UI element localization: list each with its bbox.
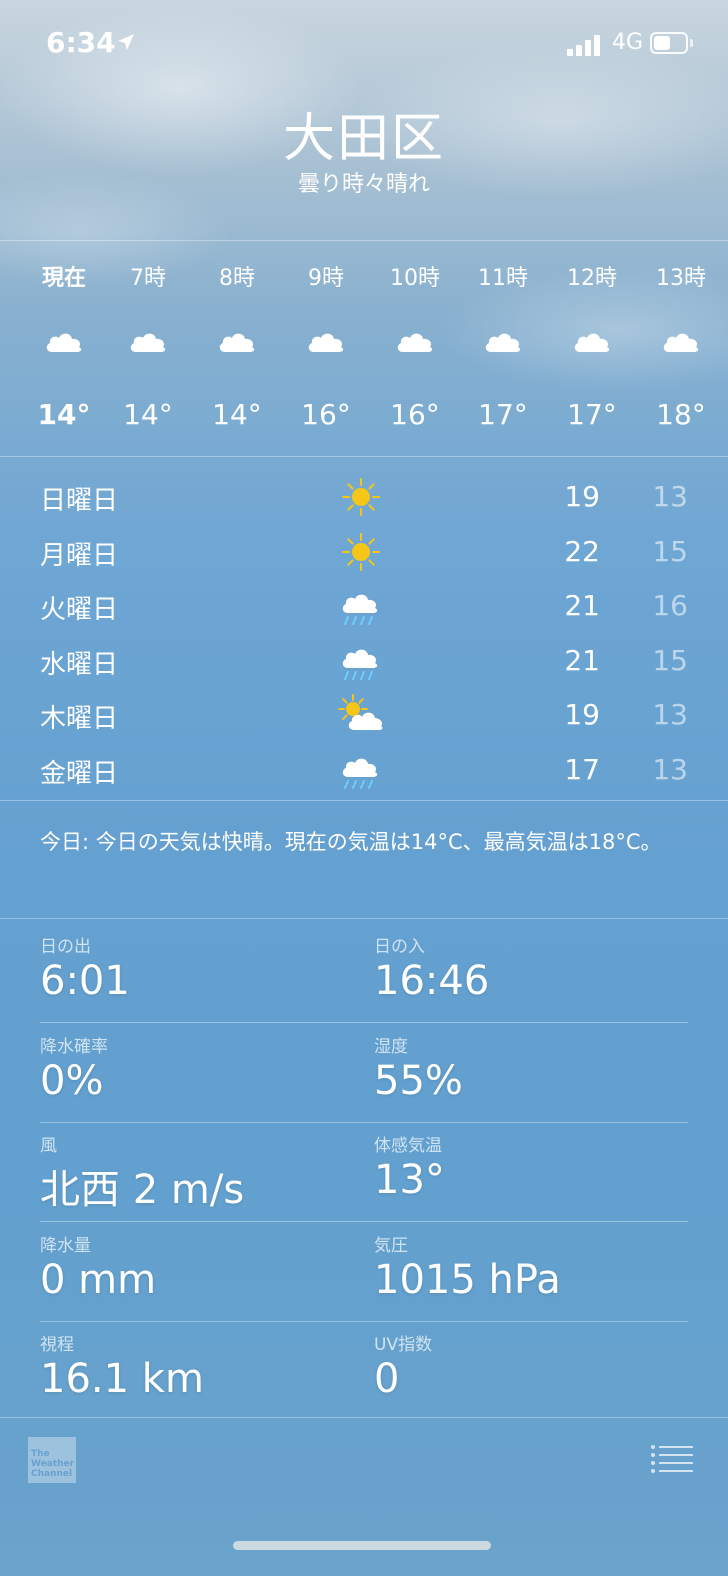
daily-row: 金曜日 17 13 (0, 743, 728, 797)
detail-label: 風 (40, 1136, 57, 1156)
rain-cloud-icon (336, 747, 386, 793)
hour-label: 11時 (478, 266, 528, 291)
divider (0, 240, 728, 241)
hour-temp: 14° (212, 398, 262, 431)
divider (0, 1417, 728, 1418)
detail-value: 0 mm (40, 1256, 157, 1303)
detail-row: 視程 16.1 km UV指数 0 (40, 1322, 688, 1421)
detail-row: 降水量 0 mm 気圧 1015 hPa (40, 1223, 688, 1322)
cloud-icon (572, 326, 612, 354)
weather-channel-logo[interactable]: The Weather Channel (28, 1437, 76, 1483)
detail-row: 風北西 2 m/s 体感気温 13° (40, 1123, 688, 1222)
daily-row: 日曜日 19 13 (0, 470, 728, 524)
detail-label: 湿度 (374, 1036, 408, 1057)
cellular-signal-icon (567, 34, 603, 56)
hour-label: 8時 (219, 266, 255, 291)
detail-value: 1015 hPa (374, 1256, 561, 1303)
day-low-temp: 13 (652, 480, 688, 513)
cloud-icon (661, 326, 701, 354)
hour-label: 12時 (567, 266, 617, 291)
detail-label: 気圧 (374, 1235, 408, 1256)
detail-row: 日の出 6:01 日の入 16:46 (40, 924, 688, 1023)
day-high-temp: 21 (564, 589, 600, 622)
divider (0, 918, 728, 919)
detail-value: 0 (374, 1356, 400, 1402)
detail-value: 16.1 km (40, 1356, 204, 1402)
status-time: 6:34 (46, 26, 116, 59)
hour-temp: 14° (123, 398, 173, 431)
detail-label: 日の出 (40, 937, 91, 957)
day-high-temp: 22 (564, 534, 600, 568)
divider (0, 456, 728, 457)
day-name: 木曜日 (40, 704, 119, 734)
city-name: 大田区 (282, 109, 445, 169)
hour-label: 10時 (390, 266, 440, 291)
partly-sunny-icon (336, 692, 386, 738)
hour-label: 9時 (308, 266, 344, 291)
day-low-temp: 15 (652, 643, 688, 677)
cloud-icon (217, 326, 257, 354)
divider (0, 800, 728, 801)
cloud-icon (306, 326, 346, 354)
hour-label: 現在 (41, 266, 86, 291)
hour-temp: 18° (656, 398, 706, 431)
cloud-icon (395, 326, 435, 354)
daily-row: 火曜日 21 16 (0, 579, 728, 633)
detail-row: 降水確率 0% 湿度 55% (40, 1024, 688, 1123)
daily-row: 木曜日 19 13 (0, 688, 728, 742)
detail-value: 北西 2 m/s (40, 1167, 245, 1213)
list-icon[interactable] (650, 1444, 694, 1474)
hour-temp: 14° (37, 398, 91, 431)
day-low-temp: 16 (652, 589, 688, 622)
battery-icon (650, 32, 688, 54)
day-high-temp: 19 (564, 698, 600, 731)
sun-icon (336, 529, 386, 575)
detail-label: 体感気温 (374, 1136, 442, 1156)
detail-label: 降水量 (40, 1235, 91, 1256)
hour-label: 7時 (130, 266, 166, 291)
location-arrow-icon (118, 34, 134, 50)
day-low-temp: 15 (652, 534, 688, 568)
battery-tip (690, 39, 693, 47)
cloud-icon (483, 326, 523, 354)
detail-label: UV指数 (374, 1335, 433, 1355)
detail-label: 視程 (40, 1335, 74, 1355)
cloud-icon (44, 326, 84, 354)
rain-cloud-icon (336, 638, 386, 684)
cloud-icon (128, 326, 168, 354)
detail-value: 0% (40, 1057, 104, 1104)
day-low-temp: 13 (652, 752, 688, 786)
detail-value: 16:46 (374, 958, 490, 1004)
day-name: 金曜日 (40, 758, 119, 789)
hour-temp: 16° (390, 398, 440, 431)
current-condition: 曇り時々晴れ (297, 172, 430, 197)
status-bar: 6:34 4G (0, 0, 728, 88)
daily-row: 水曜日 21 15 (0, 634, 728, 688)
today-summary: 今日: 今日の天気は快晴。現在の気温は14°C、最高気温は18°C。 (40, 830, 662, 854)
hour-temp: 17° (567, 398, 617, 431)
hour-temp: 17° (478, 398, 528, 431)
day-high-temp: 21 (564, 643, 600, 677)
day-name: 火曜日 (40, 595, 119, 625)
sun-icon (336, 474, 386, 520)
day-high-temp: 19 (564, 480, 600, 513)
detail-label: 日の入 (374, 937, 425, 957)
detail-value: 6:01 (40, 958, 130, 1004)
daily-row: 月曜日 22 15 (0, 525, 728, 579)
day-high-temp: 17 (564, 752, 600, 786)
hour-temp: 16° (301, 398, 351, 431)
hourly-forecast[interactable]: 現在 14° 7時 14° 8時 14° 9時 16° 10時 16° 11時 17° 12時 17° 13… (0, 242, 728, 456)
home-indicator[interactable] (233, 1541, 491, 1550)
network-type: 4G (612, 30, 644, 55)
day-name: 月曜日 (40, 540, 119, 571)
day-name: 日曜日 (40, 486, 119, 516)
day-low-temp: 13 (652, 698, 688, 731)
detail-value: 55% (374, 1057, 463, 1104)
day-name: 水曜日 (40, 649, 119, 680)
rain-cloud-icon (336, 583, 386, 629)
hour-label: 13時 (656, 266, 706, 291)
detail-value: 13° (374, 1157, 445, 1203)
detail-label: 降水確率 (40, 1036, 108, 1057)
